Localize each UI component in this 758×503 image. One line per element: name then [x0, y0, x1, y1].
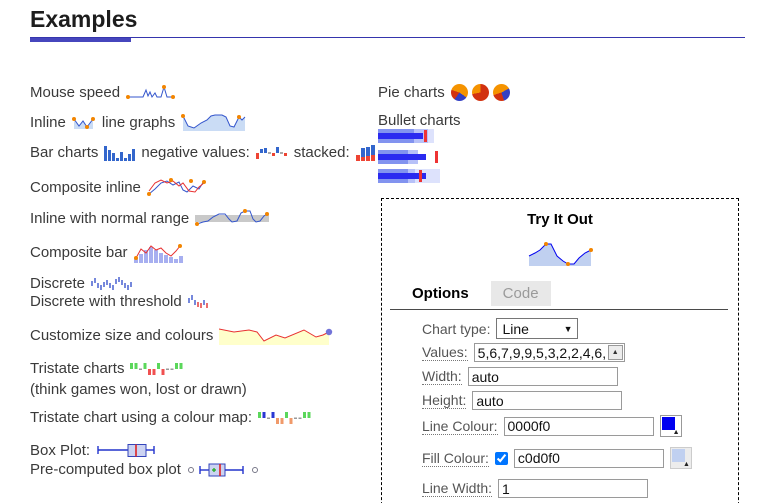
example-row-normal-range: Inline with normal range: [30, 208, 269, 228]
color-swatch-arrow-icon: ▲: [683, 461, 690, 468]
line-colour-swatch-button[interactable]: ▲: [660, 415, 682, 437]
inline-line-graph-sparkline: [181, 112, 247, 132]
line-width-row: Line Width:: [422, 479, 648, 498]
bar-charts-label: Bar charts: [30, 144, 98, 161]
tristate-map-label: Tristate chart using a colour map:: [30, 409, 252, 426]
pie-charts-label: Pie charts: [378, 84, 445, 101]
height-input[interactable]: [472, 391, 622, 410]
tristate-sparkline: [130, 361, 186, 377]
normal-range-label: Inline with normal range: [30, 210, 189, 227]
example-row-discrete-threshold: Discrete with threshold: [30, 293, 212, 310]
bullet-chart-1: [378, 129, 440, 143]
line-colour-input[interactable]: [504, 417, 654, 436]
stacked-bar-sparkline: [356, 144, 377, 161]
chevron-down-icon: ▼: [564, 324, 573, 334]
fill-colour-checkbox[interactable]: [495, 452, 508, 465]
pie-chart-2: [472, 84, 489, 101]
example-row-discrete: Discrete: [30, 275, 135, 292]
example-row-mouse-speed: Mouse speed: [30, 84, 182, 101]
try-it-out-title: Try It Out: [382, 211, 738, 228]
composite-bar-sparkline: [134, 241, 184, 263]
negative-bar-sparkline: [256, 145, 288, 160]
customize-sparkline: [219, 325, 335, 346]
height-row: Height:: [422, 391, 622, 410]
example-row-tristate: Tristate charts: [30, 360, 186, 377]
bullet-chart-2: [378, 150, 440, 164]
pie-chart-3: [493, 84, 510, 101]
line-graphs-label: line graphs: [102, 114, 175, 131]
line-colour-row: Line Colour: ▲: [422, 415, 682, 437]
example-row-box-plot: Box Plot:: [30, 442, 158, 459]
fill-colour-label: Fill Colour:: [422, 450, 489, 467]
example-row-customize: Customize size and colours: [30, 325, 335, 346]
tristate-colormap-sparkline: [258, 410, 314, 426]
pie-sparklines: [451, 84, 510, 101]
box-plot-sparkline: [96, 443, 158, 458]
bar-chart-sparkline: [104, 145, 135, 161]
discrete-label: Discrete: [30, 275, 85, 292]
example-row-tristate-map: Tristate chart using a colour map:: [30, 409, 314, 426]
line-width-input[interactable]: [498, 479, 648, 498]
composite-bar-label: Composite bar: [30, 244, 128, 261]
line-width-label: Line Width:: [422, 480, 492, 497]
values-input[interactable]: [474, 343, 625, 362]
values-label: Values:: [422, 344, 468, 361]
example-row-composite-bar: Composite bar: [30, 241, 184, 263]
box-plot-label: Box Plot:: [30, 442, 90, 459]
tab-code[interactable]: Code: [491, 281, 551, 306]
preview-sparkline: [527, 241, 593, 267]
try-it-out-panel: Try It Out Options Code Chart type: Line…: [381, 198, 739, 503]
example-row-inline: Inline line graphs: [30, 112, 247, 132]
width-label: Width:: [422, 368, 462, 385]
tristate-note: (think games won, lost or drawn): [30, 381, 247, 398]
negative-values-label: negative values:: [141, 144, 249, 161]
precomputed-box-plot-sparkline: [187, 462, 265, 477]
discrete-threshold-sparkline: [188, 295, 212, 309]
page-title: Examples: [30, 6, 137, 33]
example-row-bar-charts: Bar charts negative values: stacked:: [30, 144, 377, 161]
chart-type-label: Chart type:: [422, 321, 490, 337]
chart-type-row: Chart type: Line ▼: [422, 318, 578, 339]
line-colour-label: Line Colour:: [422, 418, 498, 435]
composite-inline-sparkline: [147, 176, 209, 198]
tab-options[interactable]: Options: [404, 281, 477, 306]
bullet-charts-label: Bullet charts: [378, 112, 461, 129]
precomputed-box-label: Pre-computed box plot: [30, 461, 181, 478]
discrete-threshold-label: Discrete with threshold: [30, 293, 182, 310]
composite-inline-label: Composite inline: [30, 179, 141, 196]
color-swatch-arrow-icon: ▲: [673, 429, 680, 436]
normal-range-sparkline: [195, 208, 269, 228]
height-label: Height:: [422, 392, 466, 409]
width-input[interactable]: [468, 367, 618, 386]
example-row-composite-inline: Composite inline: [30, 176, 209, 198]
pie-charts-row: Pie charts: [378, 84, 510, 101]
example-row-tristate-note: (think games won, lost or drawn): [30, 381, 247, 398]
tab-bar: Options Code: [404, 281, 551, 306]
customize-label: Customize size and colours: [30, 327, 213, 344]
mouse-speed-sparkline: [126, 84, 182, 101]
sparkline-examples-page: Examples Mouse speed Inline line graphs …: [0, 0, 758, 503]
tab-divider: [390, 309, 728, 310]
mouse-speed-label: Mouse speed: [30, 84, 120, 101]
values-row: Values: ▲: [422, 343, 625, 362]
fill-colour-swatch-button[interactable]: ▲: [670, 447, 692, 469]
fill-colour-row: Fill Colour: ▲: [422, 447, 692, 469]
bullet-chart-3: [378, 169, 440, 183]
tristate-label: Tristate charts: [30, 360, 124, 377]
pie-chart-1: [451, 84, 468, 101]
chart-type-select[interactable]: Line ▼: [496, 318, 578, 339]
stacked-label: stacked:: [294, 144, 350, 161]
values-expand-icon[interactable]: ▲: [608, 345, 623, 360]
discrete-sparkline: [91, 277, 135, 291]
title-rule-thin: [30, 37, 745, 38]
inline-label: Inline: [30, 114, 66, 131]
chart-type-selected-value: Line: [502, 321, 528, 337]
width-row: Width:: [422, 367, 618, 386]
title-rule-thick: [30, 38, 131, 42]
example-row-precomputed-box: Pre-computed box plot: [30, 461, 265, 478]
fill-colour-input[interactable]: [514, 449, 664, 468]
inline-mini-sparkline: [72, 115, 96, 130]
